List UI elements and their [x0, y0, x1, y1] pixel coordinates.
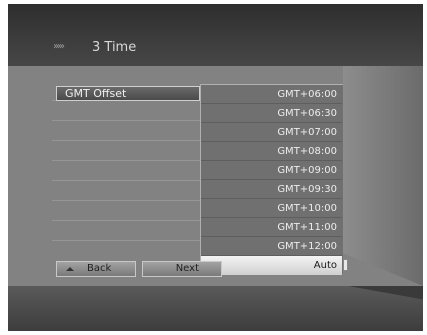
option-gmt-0700[interactable]: GMT+07:00	[201, 123, 342, 142]
triangle-up-icon	[66, 267, 74, 271]
option-gmt-0900[interactable]: GMT+09:00	[201, 161, 342, 180]
gmt-offset-dropdown[interactable]: GMT+06:00 GMT+06:30 GMT+07:00 GMT+08:00 …	[200, 84, 348, 275]
back-button-label: Back	[87, 263, 112, 274]
back-button[interactable]: Back	[56, 261, 136, 277]
page-title: 3 Time	[92, 40, 137, 55]
option-gmt-1200[interactable]: GMT+12:00	[201, 237, 342, 256]
next-button-label: Next	[175, 263, 199, 274]
header-bar: ››››› 3 Time	[8, 4, 423, 66]
option-gmt-1000[interactable]: GMT+10:00	[201, 199, 342, 218]
next-button[interactable]: Next	[142, 261, 222, 277]
option-gmt-0800[interactable]: GMT+08:00	[201, 142, 342, 161]
option-auto[interactable]: ✔ Auto	[201, 256, 348, 275]
background-side-wall	[343, 66, 423, 286]
background-floor	[8, 286, 423, 331]
breadcrumb-arrows-icon: ›››››	[53, 41, 65, 52]
option-gmt-1100[interactable]: GMT+11:00	[201, 218, 342, 237]
option-auto-label: Auto	[313, 260, 337, 271]
option-gmt-0930[interactable]: GMT+09:30	[201, 180, 342, 199]
option-gmt-0600[interactable]: GMT+06:00	[201, 85, 342, 104]
gmt-offset-setting[interactable]: GMT Offset	[56, 86, 200, 101]
option-gmt-0630[interactable]: GMT+06:30	[201, 104, 342, 123]
scrollbar-thumb[interactable]	[343, 259, 348, 271]
